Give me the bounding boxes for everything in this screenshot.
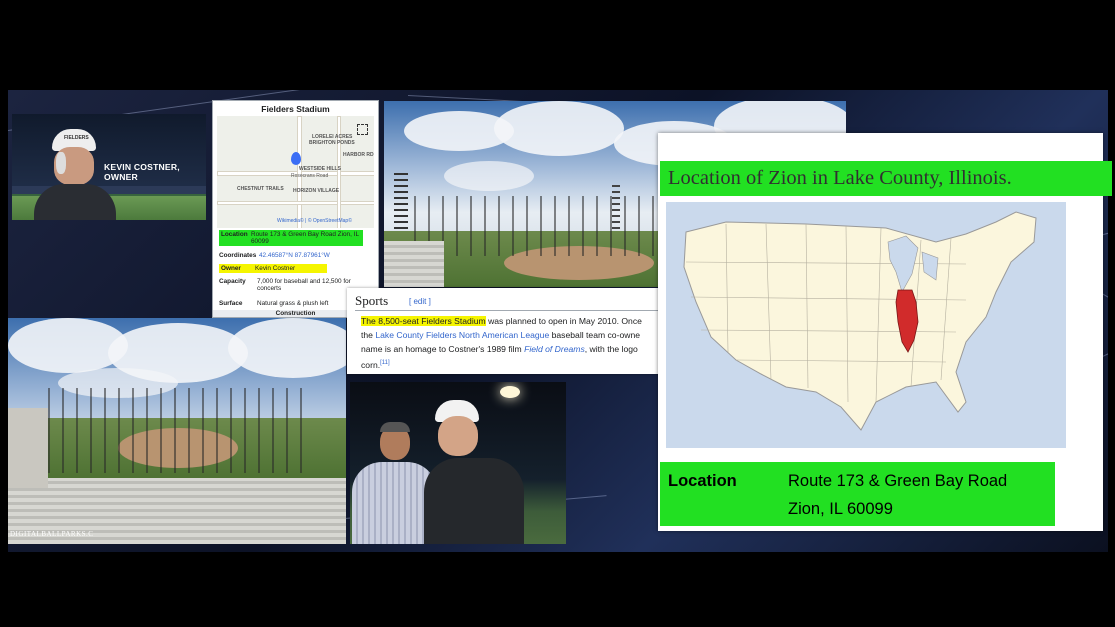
map-label: Rosecrans Road (291, 173, 329, 179)
row-key: Owner (221, 265, 241, 272)
location-line1: Route 173 & Green Bay Road (788, 472, 1008, 490)
text: name is an homage to Costner's 1989 film (361, 344, 525, 354)
dark-jacket (34, 184, 116, 220)
row-key: Coordinates (219, 252, 257, 259)
right-man-head (438, 416, 478, 456)
fullscreen-icon[interactable] (357, 124, 368, 135)
text: corn. (361, 359, 381, 370)
edit-link[interactable]: [ edit ] (409, 297, 431, 306)
location-box: Location Route 173 & Green Bay Road Zion… (660, 462, 1055, 526)
watermark: DIGITALBALLPARKS.C (10, 530, 94, 538)
highlighted-text: The 8,500-seat Fielders Stadium (361, 316, 486, 326)
coordinates-link[interactable]: 42.46587°N 87.87961°W (255, 252, 371, 259)
infobox-row-location: Location Route 173 & Green Bay Road Zion… (219, 230, 371, 246)
right-man-shirt (424, 458, 524, 544)
cap-text: FIELDERS (64, 135, 89, 141)
us-map (666, 202, 1066, 448)
stadium-photo-bottom: DIGITALBALLPARKS.C (8, 318, 346, 544)
row-key: Location (221, 231, 248, 238)
row-key: Surface (219, 300, 243, 307)
capacity-link[interactable]: Capacity (219, 278, 251, 292)
us-map-svg (683, 211, 1037, 431)
infobox-row-owner: Owner Kevin Costner (219, 264, 371, 273)
locator-map[interactable]: LORELEI ACRES BRIGHTON PONDS HARBOR RD W… (217, 116, 374, 228)
map-label: HORIZON VILLAGE (293, 188, 340, 194)
map-label: BRIGHTON PONDS (309, 140, 355, 146)
owner-photo: FIELDERS KEVIN COSTNER, OWNER (12, 114, 206, 220)
owner-link[interactable]: Kevin Costner (249, 265, 325, 272)
text: was planned to open in May 2010. Once (485, 316, 642, 326)
section-heading: Sports (355, 293, 389, 308)
text: , with the logo (584, 344, 638, 354)
wiki-infobox: Fielders Stadium LORELEI ACRES BRIGHTON … (212, 100, 379, 318)
text: baseball team co-owne (549, 330, 640, 340)
infobox-row-coordinates: Coordinates 42.46587°N 87.87961°W (219, 252, 371, 259)
map-label: WESTSIDE HILLS (299, 166, 341, 172)
text: the (361, 330, 376, 340)
map-credit[interactable]: Wikimedia© | © OpenStreetMap© (277, 218, 352, 224)
wiki-sports-section: Sports [ edit ] The 8,500-seat Fielders … (347, 288, 661, 374)
owner-caption: KEVIN COSTNER, OWNER (104, 162, 180, 182)
two-men-photo (350, 382, 566, 544)
map-title: Location of Zion in Lake County, Illinoi… (660, 161, 1112, 196)
location-label: Location (668, 472, 737, 490)
team-link[interactable]: Lake County Fielders North American Leag… (375, 330, 549, 340)
us-outline (683, 211, 1037, 431)
location-line2: Zion, IL 60099 (788, 500, 893, 518)
sports-paragraph: The 8,500-seat Fielders Stadium was plan… (361, 314, 661, 372)
map-pin-icon (291, 152, 301, 165)
map-label: CHESTNUT TRAILS (237, 186, 284, 192)
citation-link[interactable]: [11] (380, 360, 390, 366)
infobox-title: Fielders Stadium (261, 104, 330, 114)
map-label: HARBOR RD (343, 152, 374, 158)
row-value: Route 173 & Green Bay Road Zion, IL 6009… (251, 231, 359, 245)
film-link[interactable]: Field of Dreams (524, 344, 585, 354)
